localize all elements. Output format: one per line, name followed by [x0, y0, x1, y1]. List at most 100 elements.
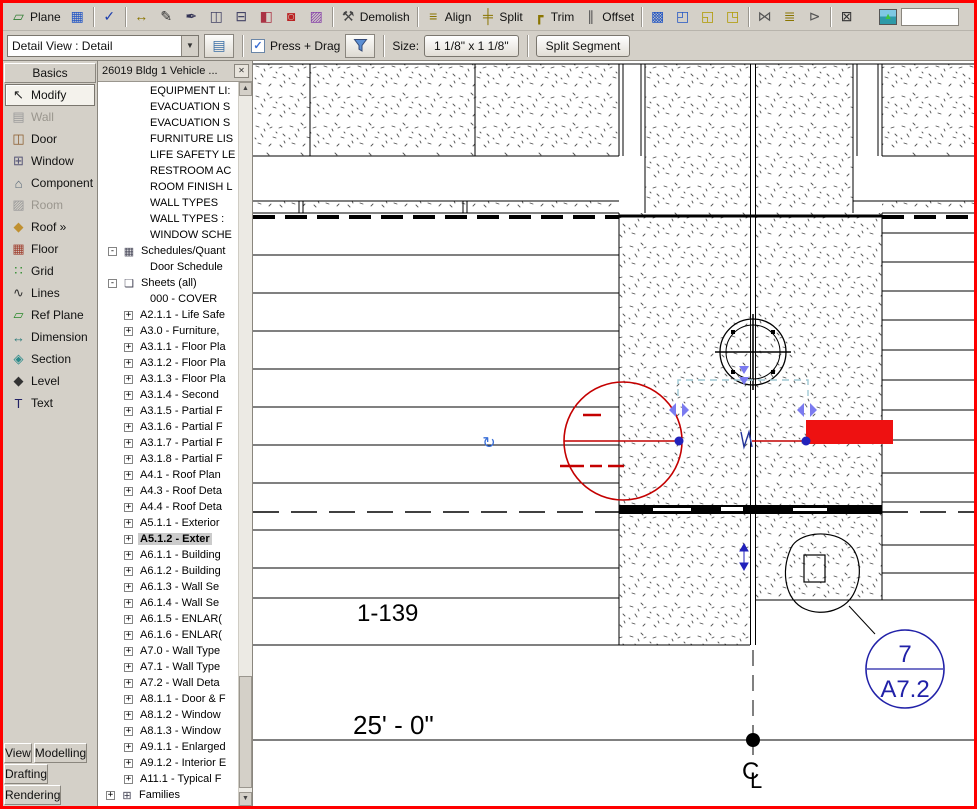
expand-toggle-icon[interactable]: + [124, 342, 133, 352]
render-preview-icon[interactable]: ▲ [875, 5, 901, 29]
expand-toggle-icon[interactable]: + [124, 646, 133, 656]
designbar-item-lines[interactable]: ∿ Lines [5, 282, 95, 304]
tree-item[interactable]: + A3.1.8 - Partial F [98, 451, 238, 467]
tree-item[interactable]: ROOM FINISH L [98, 179, 238, 195]
tree-item[interactable]: + A11.1 - Typical F [98, 771, 238, 787]
expand-toggle-icon[interactable]: + [124, 774, 133, 784]
expand-toggle-icon[interactable]: + [124, 662, 133, 672]
join-geometry-icon[interactable]: ⊟ [229, 5, 254, 29]
expand-toggle-icon[interactable]: + [124, 694, 133, 704]
tree-item[interactable]: + A6.1.2 - Building [98, 563, 238, 579]
filter-button[interactable] [345, 33, 376, 58]
pick-host-icon[interactable]: ⊳ [802, 5, 827, 29]
group-icon[interactable]: ▩ [645, 5, 670, 29]
spelling-check-icon[interactable]: ✓ [97, 5, 122, 29]
tree-item[interactable]: + ⊞ Families [98, 787, 238, 803]
tree-item[interactable]: + A3.1.4 - Second [98, 387, 238, 403]
designbar-item-roof[interactable]: ◆ Roof » [5, 216, 95, 238]
tree-item[interactable]: + A5.1.1 - Exterior [98, 515, 238, 531]
press-drag-checkbox[interactable]: ✓ [251, 38, 265, 53]
tree-item[interactable]: + A6.1.3 - Wall Se [98, 579, 238, 595]
expand-toggle-icon[interactable]: + [124, 358, 133, 368]
type-search-box[interactable] [901, 7, 960, 26]
group-link-icon[interactable]: ◱ [695, 5, 720, 29]
cut-geometry-icon[interactable]: ◫ [204, 5, 229, 29]
tree-item[interactable]: + A3.0 - Furniture, [98, 323, 238, 339]
expand-toggle-icon[interactable]: - [108, 278, 117, 288]
tree-item[interactable]: 000 - COVER [98, 291, 238, 307]
size-button[interactable]: 1 1/8" x 1 1/8" [424, 34, 519, 57]
tree-item[interactable]: RESTROOM AC [98, 163, 238, 179]
grid-snap-icon[interactable]: ▦ [65, 5, 90, 29]
tree-item[interactable]: + A3.1.3 - Floor Pla [98, 371, 238, 387]
tree-item[interactable]: + A6.1.1 - Building [98, 547, 238, 563]
tree-item[interactable]: + A3.1.5 - Partial F [98, 403, 238, 419]
expand-toggle-icon[interactable]: + [124, 742, 133, 752]
ungroup-icon[interactable]: ◰ [670, 5, 695, 29]
tree-item[interactable]: + A6.1.4 - Wall Se [98, 595, 238, 611]
trim-button[interactable]: ┏ Trim [527, 5, 579, 29]
scroll-thumb[interactable] [239, 676, 252, 788]
tape-measure-icon[interactable]: ↔ [129, 5, 154, 29]
drawing-area[interactable]: 7 A7.2 1-139 25' - 0" C L ↻ [253, 61, 974, 806]
expand-toggle-icon[interactable]: + [124, 758, 133, 768]
designbar-item-component[interactable]: ⌂ Component [5, 172, 95, 194]
tree-item[interactable]: + A9.1.2 - Interior E [98, 755, 238, 771]
designbar-item-floor[interactable]: ▦ Floor [5, 238, 95, 260]
expand-toggle-icon[interactable]: + [124, 406, 133, 416]
designbar-tab-view[interactable]: View [4, 743, 32, 763]
designbar-tab-rendering[interactable]: Rendering [4, 785, 62, 805]
tree-item[interactable]: + A3.1.7 - Partial F [98, 435, 238, 451]
demolish-button[interactable]: ⚒ Demolish [336, 5, 414, 29]
expand-toggle-icon[interactable]: + [124, 630, 133, 640]
tree-item[interactable]: EVACUATION S [98, 115, 238, 131]
tree-item[interactable]: Door Schedule [98, 259, 238, 275]
designbar-item-level[interactable]: ◆ Level [5, 370, 95, 392]
tree-item[interactable]: + A6.1.6 - ENLAR( [98, 627, 238, 643]
expand-toggle-icon[interactable]: + [124, 374, 133, 384]
tree-item[interactable]: + A2.1.1 - Life Safe [98, 307, 238, 323]
expand-toggle-icon[interactable]: + [124, 534, 133, 544]
tree-item[interactable]: + A8.1.2 - Window [98, 707, 238, 723]
designbar-item-modify[interactable]: ↖ Modify [5, 84, 95, 106]
expand-toggle-icon[interactable]: + [124, 678, 133, 688]
expand-toggle-icon[interactable]: + [124, 566, 133, 576]
type-selector[interactable]: Detail View : Detail ▼ [7, 34, 199, 57]
match-type-icon[interactable]: ✎ [154, 5, 179, 29]
tree-item[interactable]: WALL TYPES : [98, 211, 238, 227]
dragged-segment-highlight[interactable] [806, 420, 893, 444]
wall-opening-icon[interactable]: ⊠ [834, 5, 859, 29]
designbar-item-door[interactable]: ◫ Door [5, 128, 95, 150]
tree-item[interactable]: + A4.3 - Roof Deta [98, 483, 238, 499]
expand-toggle-icon[interactable]: + [124, 310, 133, 320]
expand-toggle-icon[interactable]: + [124, 550, 133, 560]
designbar-item-dimension[interactable]: ↔ Dimension [5, 326, 95, 348]
designbar-tab-modelling[interactable]: Modelling [33, 743, 88, 763]
tree-item[interactable]: - ❏ Sheets (all) [98, 275, 238, 291]
offset-button[interactable]: ∥ Offset [578, 5, 638, 29]
expand-toggle-icon[interactable]: + [124, 518, 133, 528]
decal-icon[interactable]: ▨ [304, 5, 329, 29]
split-button[interactable]: ╪ Split [475, 5, 526, 29]
array-icon[interactable]: ≣ [777, 5, 802, 29]
paint-icon[interactable]: ◧ [254, 5, 279, 29]
expand-toggle-icon[interactable]: + [124, 726, 133, 736]
tree-item[interactable]: + A7.1 - Wall Type [98, 659, 238, 675]
tree-item[interactable]: WINDOW SCHE [98, 227, 238, 243]
expand-toggle-icon[interactable]: + [124, 502, 133, 512]
tree-item[interactable]: + A3.1.2 - Floor Pla [98, 355, 238, 371]
designbar-tab-basics[interactable]: Basics [4, 63, 96, 83]
expand-toggle-icon[interactable]: + [124, 486, 133, 496]
tree-item[interactable]: + A8.1.3 - Window [98, 723, 238, 739]
expand-toggle-icon[interactable]: + [124, 710, 133, 720]
tree-scrollbar[interactable]: ▲ ▼ [238, 82, 252, 806]
expand-toggle-icon[interactable]: + [124, 390, 133, 400]
close-icon[interactable]: ✕ [234, 64, 249, 78]
dimension-text[interactable]: 25' - 0" [353, 710, 434, 740]
designbar-tab-drafting[interactable]: Drafting [4, 764, 49, 784]
designbar-item-grid[interactable]: ∷ Grid [5, 260, 95, 282]
tree-item[interactable]: + A6.1.5 - ENLAR( [98, 611, 238, 627]
tree-item[interactable]: + A3.1.1 - Floor Pla [98, 339, 238, 355]
align-button[interactable]: ≡ Align [421, 5, 476, 29]
expand-toggle-icon[interactable]: + [124, 438, 133, 448]
